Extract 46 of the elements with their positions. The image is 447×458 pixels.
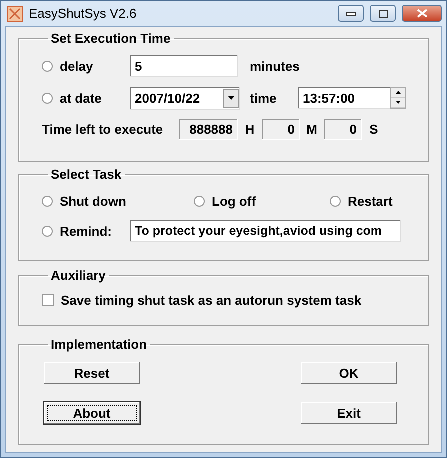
group-title: Select Task [50, 167, 123, 182]
radio-circle[interactable] [330, 196, 341, 206]
close-icon [416, 9, 428, 18]
up-arrow-icon [396, 91, 400, 94]
unit-label: M [306, 122, 318, 136]
minimize-button[interactable] [338, 5, 364, 22]
date-dropdown[interactable]: 2007/10/22 [130, 86, 240, 110]
caret-icon [223, 88, 239, 108]
maximize-icon [378, 10, 388, 18]
minimize-icon [346, 12, 356, 16]
radio-circle[interactable] [194, 196, 205, 206]
radio-button[interactable]: Shut down [42, 194, 126, 208]
app-icon [7, 6, 23, 22]
group-title: Set Execution Time [50, 31, 172, 46]
radio-button[interactable]: Log off [194, 194, 256, 208]
window-title: EasyShutSys V2.6 [29, 6, 138, 21]
time-left-label: Time left to execute [42, 122, 164, 136]
time-left-value: 0 [324, 118, 362, 140]
radio-button[interactable]: at date [42, 90, 102, 106]
radio-circle[interactable] [42, 226, 53, 236]
spin-control[interactable] [390, 87, 406, 109]
time-label: time [250, 90, 277, 106]
delay-field[interactable]: 5 [130, 55, 238, 77]
unit-label: S [370, 122, 378, 136]
radio-circle[interactable] [42, 196, 53, 206]
checkbox-square[interactable] [42, 294, 54, 306]
maximize-button[interactable] [370, 5, 396, 22]
radio-circle[interactable] [42, 92, 53, 104]
dialog-button[interactable]: About [44, 402, 140, 424]
group-title: Auxiliary [50, 268, 107, 283]
dialog-button[interactable]: Exit [301, 402, 397, 424]
unit-label: minutes [250, 58, 300, 74]
unit-label: H [245, 122, 255, 136]
radio-button[interactable]: Remind: [42, 224, 112, 238]
remind-field[interactable]: To protect your eyesight,aviod using com [130, 220, 401, 242]
dialog-button[interactable]: Reset [44, 362, 140, 384]
close-button[interactable] [402, 5, 442, 22]
time-left-value: 0 [262, 118, 300, 140]
time-left-value: 888888 [179, 118, 238, 140]
radio-circle[interactable] [42, 60, 53, 72]
radio-button[interactable]: delay [42, 58, 94, 74]
dialog-button[interactable]: OK [301, 362, 397, 384]
autorun-checkbox[interactable]: Save timing shut task as an autorun system task [42, 292, 362, 308]
radio-button[interactable]: Restart [330, 194, 393, 208]
group-title: Implementation [50, 337, 148, 352]
down-arrow-icon [396, 101, 400, 104]
